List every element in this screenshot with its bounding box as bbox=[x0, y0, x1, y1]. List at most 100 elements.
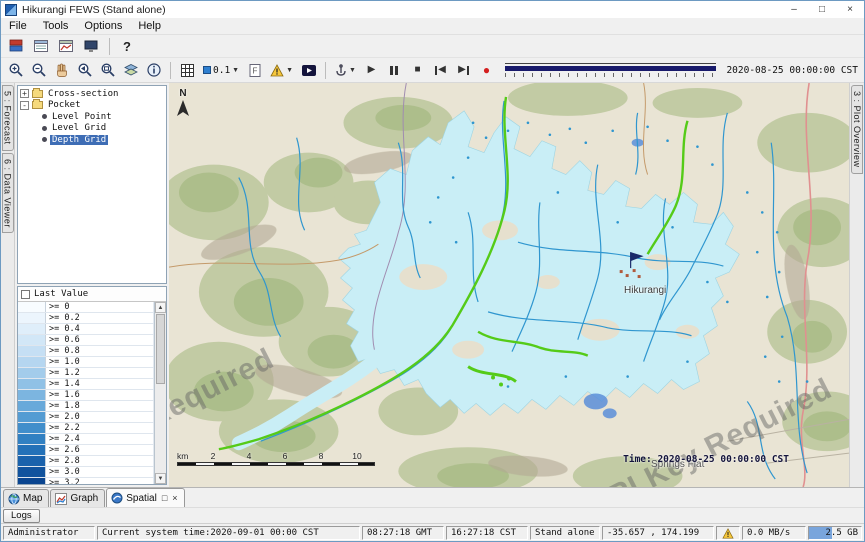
tree-item-level-point[interactable]: Level Point bbox=[20, 111, 166, 123]
tree-item-label[interactable]: Pocket bbox=[46, 100, 83, 110]
layers-icon[interactable] bbox=[120, 60, 141, 80]
tab-spatial[interactable]: Spatial □ × bbox=[106, 488, 184, 507]
tree-item-depth-grid[interactable]: Depth Grid bbox=[20, 134, 166, 146]
legend-row: >= 1.4 bbox=[18, 379, 154, 390]
tab-graph[interactable]: Graph bbox=[50, 489, 105, 507]
menu-file[interactable]: File bbox=[1, 18, 35, 35]
class-break-dropdown[interactable]: 0.1 ▼ bbox=[200, 60, 242, 80]
legend-row: >= 0.8 bbox=[18, 346, 154, 357]
legend-row: >= 0 bbox=[18, 302, 154, 313]
zoom-extent-icon[interactable] bbox=[97, 60, 118, 80]
time-slider[interactable] bbox=[505, 61, 716, 79]
class-color-swatch bbox=[203, 66, 211, 74]
legend-label: >= 1.8 bbox=[46, 401, 154, 411]
tab-data-viewer[interactable]: 6 : Data Viewer bbox=[2, 153, 14, 234]
zoom-in-icon[interactable] bbox=[5, 60, 26, 80]
class-break-value: 0.1 bbox=[213, 65, 230, 76]
info-icon[interactable] bbox=[143, 60, 164, 80]
tree-item-label[interactable]: Cross-section bbox=[46, 89, 120, 99]
maximize-button[interactable]: □ bbox=[808, 1, 836, 18]
time-slider-bar[interactable] bbox=[505, 66, 716, 71]
legend-row: >= 2.8 bbox=[18, 456, 154, 467]
logs-button[interactable]: Logs bbox=[3, 509, 40, 523]
legend-label: >= 2.0 bbox=[46, 412, 154, 422]
legend-label: >= 0.2 bbox=[46, 313, 154, 323]
scroll-up-icon[interactable]: ▲ bbox=[155, 302, 166, 313]
zoom-previous-icon[interactable] bbox=[74, 60, 95, 80]
collapse-icon[interactable]: - bbox=[20, 101, 29, 110]
status-local-time: 16:27:18 CST bbox=[446, 526, 528, 540]
legend-scrollbar[interactable]: ▲ ▼ bbox=[154, 302, 166, 484]
help-button[interactable]: ? bbox=[118, 36, 136, 56]
tab-plot-overview[interactable]: 3 : Plot Overview bbox=[851, 85, 863, 174]
scale-bar-segments bbox=[177, 462, 375, 466]
skip-to-end-button[interactable]: ▶ bbox=[453, 60, 474, 80]
legend-swatch bbox=[18, 390, 46, 400]
map-canvas[interactable]: N API Key Required API Key Required Hiku… bbox=[169, 83, 849, 487]
last-value-checkbox[interactable] bbox=[21, 290, 30, 299]
tab-label: Map bbox=[23, 493, 42, 504]
close-button[interactable]: × bbox=[836, 1, 864, 18]
menu-tools[interactable]: Tools bbox=[35, 18, 77, 35]
tree-item-label[interactable]: Level Grid bbox=[50, 123, 108, 133]
pan-hand-icon[interactable] bbox=[51, 60, 72, 80]
menu-help[interactable]: Help bbox=[130, 18, 169, 35]
legend-swatch bbox=[18, 357, 46, 367]
monitor-display-icon[interactable] bbox=[80, 36, 101, 56]
legend-label: >= 2.2 bbox=[46, 423, 154, 433]
thresholds-dropdown[interactable]: ▼ bbox=[267, 60, 296, 80]
right-tab-strip: 3 : Plot Overview bbox=[849, 83, 864, 487]
scrollbar-thumb[interactable] bbox=[156, 314, 165, 384]
legend-row: >= 2.4 bbox=[18, 434, 154, 445]
grid-layer-icon[interactable] bbox=[177, 60, 198, 80]
main-toolbar: ? bbox=[1, 35, 864, 58]
legend-row: >= 1.2 bbox=[18, 368, 154, 379]
scale-tick: 8 bbox=[319, 451, 324, 461]
tab-forecast[interactable]: 5 : Forecast bbox=[2, 85, 14, 151]
scroll-down-icon[interactable]: ▼ bbox=[155, 473, 166, 484]
pause-button[interactable] bbox=[384, 60, 405, 80]
menu-options[interactable]: Options bbox=[76, 18, 130, 35]
legend-label: >= 0.8 bbox=[46, 346, 154, 356]
tree-item-level-grid[interactable]: Level Grid bbox=[20, 123, 166, 135]
tree-item-label[interactable]: Level Point bbox=[50, 112, 114, 122]
legend-swatch bbox=[18, 401, 46, 411]
menu-bar: File Tools Options Help bbox=[1, 18, 864, 35]
legend-row: >= 1.6 bbox=[18, 390, 154, 401]
panel-close-icon[interactable]: × bbox=[172, 493, 177, 503]
display-animation-icon[interactable] bbox=[298, 60, 319, 80]
legend-row: >= 2.6 bbox=[18, 445, 154, 456]
north-arrow: N bbox=[177, 88, 189, 116]
legend-label: >= 2.8 bbox=[46, 456, 154, 466]
minimize-button[interactable]: – bbox=[780, 1, 808, 18]
legend-swatch bbox=[18, 368, 46, 378]
tree-item-label-selected[interactable]: Depth Grid bbox=[50, 135, 108, 145]
panel-maximize-icon[interactable]: □ bbox=[162, 493, 167, 503]
profile-icon[interactable]: F bbox=[244, 60, 265, 80]
tree-item-pocket[interactable]: - Pocket bbox=[20, 100, 166, 112]
legend-swatch bbox=[18, 302, 46, 312]
legend-row: >= 2.2 bbox=[18, 423, 154, 434]
skip-start-icon: ◀ bbox=[435, 65, 446, 75]
tree-item-cross-section[interactable]: + Cross-section bbox=[20, 88, 166, 100]
chevron-down-icon: ▼ bbox=[349, 67, 356, 74]
database-icon[interactable] bbox=[5, 36, 26, 56]
tab-map[interactable]: Map bbox=[3, 489, 49, 507]
status-warning[interactable] bbox=[716, 526, 740, 540]
scale-tick: 10 bbox=[352, 451, 361, 461]
legend-body: >= 0 >= 0.2 >= 0.4 >= 0.6 >= 0.8 >= 1.0 … bbox=[18, 302, 166, 484]
legend-swatch bbox=[18, 412, 46, 422]
pause-icon bbox=[390, 66, 398, 75]
play-button[interactable]: ▶ bbox=[361, 60, 382, 80]
grid-display-icon[interactable] bbox=[30, 36, 51, 56]
time-series-display-icon[interactable] bbox=[55, 36, 76, 56]
stop-button[interactable]: ■ bbox=[407, 60, 428, 80]
skip-to-start-button[interactable]: ◀ bbox=[430, 60, 451, 80]
expand-icon[interactable]: + bbox=[20, 89, 29, 98]
animation-settings-dropdown[interactable]: ▼ bbox=[332, 60, 359, 80]
record-button[interactable]: ● bbox=[476, 60, 497, 80]
zoom-out-icon[interactable] bbox=[28, 60, 49, 80]
warning-icon bbox=[722, 528, 734, 539]
left-tab-strip: 5 : Forecast 6 : Data Viewer bbox=[1, 83, 15, 487]
legend-swatch bbox=[18, 456, 46, 466]
